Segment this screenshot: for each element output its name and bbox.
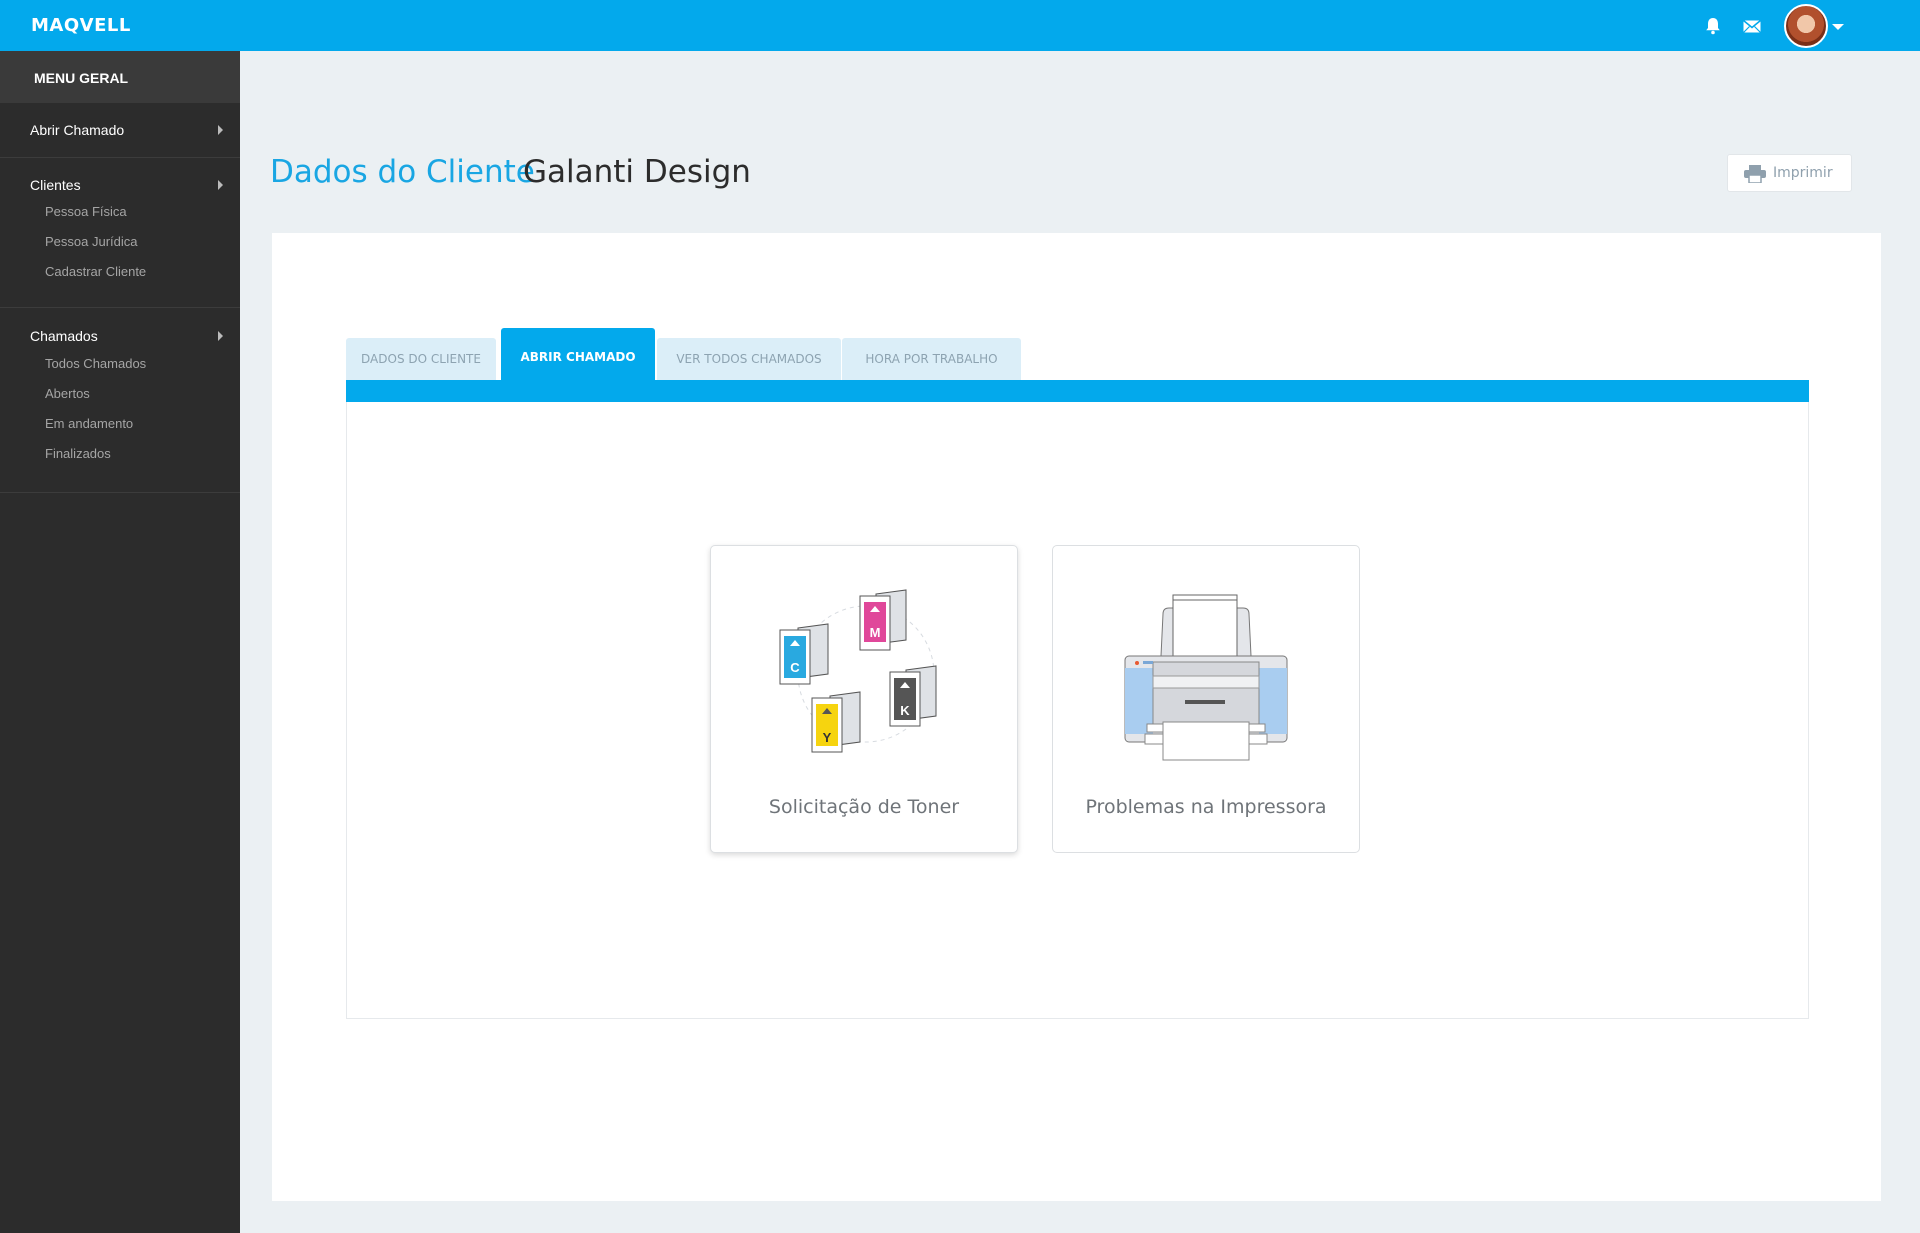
sidebar-subitem-pessoa-juridica[interactable]: Pessoa Jurídica	[0, 227, 240, 257]
sidebar-item-chamados[interactable]: Chamados	[0, 328, 240, 344]
top-bar: MAQVELL	[0, 0, 1920, 51]
tab-hora-por-trabalho[interactable]: HORA POR TRABALHO	[842, 338, 1021, 380]
caret-right-icon	[218, 180, 223, 190]
client-name: Galanti Design	[523, 154, 751, 190]
printer-problems-option[interactable]: Problemas na Impressora	[1052, 545, 1360, 853]
printer-problems-label: Problemas na Impressora	[1085, 796, 1327, 818]
toner-letter-y: Y	[823, 730, 832, 745]
toner-letter-c: C	[790, 660, 800, 675]
print-button[interactable]: Imprimir	[1727, 154, 1852, 192]
sidebar-subitem-em-andamento[interactable]: Em andamento	[0, 409, 240, 439]
sidebar-item-label: Chamados	[30, 328, 98, 344]
sidebar-group-chamados: Chamados Todos Chamados Abertos Em andam…	[0, 308, 240, 493]
mail-icon[interactable]	[1742, 17, 1762, 37]
print-button-label: Imprimir	[1773, 165, 1833, 181]
sidebar-subitem-todos-chamados[interactable]: Todos Chamados	[0, 349, 240, 379]
printer-icon	[1744, 165, 1766, 183]
sidebar-subitem-pessoa-fisica[interactable]: Pessoa Física	[0, 197, 240, 227]
sidebar-header: MENU GERAL	[0, 51, 240, 103]
toner-letter-k: K	[900, 703, 910, 718]
tab-underline-bar	[346, 380, 1809, 402]
brand-logo[interactable]: MAQVELL	[31, 15, 131, 36]
sidebar-group-abrir-chamado: Abrir Chamado	[0, 103, 240, 158]
sidebar-group-clientes: Clientes Pessoa Física Pessoa Jurídica C…	[0, 158, 240, 308]
bell-icon[interactable]	[1703, 16, 1723, 36]
chevron-down-icon[interactable]	[1832, 24, 1844, 30]
caret-right-icon	[218, 331, 223, 341]
toner-cartridges-icon: M C K Y	[779, 589, 937, 753]
printer-icon	[1124, 594, 1288, 761]
sidebar-subitem-abertos[interactable]: Abertos	[0, 379, 240, 409]
tab-ver-todos-chamados[interactable]: VER TODOS CHAMADOS	[657, 338, 841, 380]
page-title: Dados do Cliente	[270, 154, 535, 190]
sidebar-item-label: Abrir Chamado	[30, 122, 125, 138]
toner-request-option[interactable]: M C K Y Solicitação de Toner	[710, 545, 1018, 853]
toner-request-label: Solicitação de Toner	[768, 796, 960, 818]
caret-right-icon	[218, 125, 223, 135]
sidebar: MENU GERAL Abrir Chamado Clientes Pessoa…	[0, 51, 240, 1233]
toner-letter-m: M	[870, 625, 881, 640]
sidebar-subitem-cadastrar-cliente[interactable]: Cadastrar Cliente	[0, 257, 240, 287]
sidebar-item-abrir-chamado[interactable]: Abrir Chamado	[0, 122, 240, 138]
tab-abrir-chamado[interactable]: ABRIR CHAMADO	[501, 328, 655, 380]
sidebar-item-clientes[interactable]: Clientes	[0, 177, 240, 193]
sidebar-item-label: Clientes	[30, 177, 81, 193]
sidebar-subitem-finalizados[interactable]: Finalizados	[0, 439, 240, 469]
user-avatar[interactable]	[1784, 4, 1828, 48]
tab-dados-do-cliente[interactable]: DADOS DO CLIENTE	[346, 338, 496, 380]
